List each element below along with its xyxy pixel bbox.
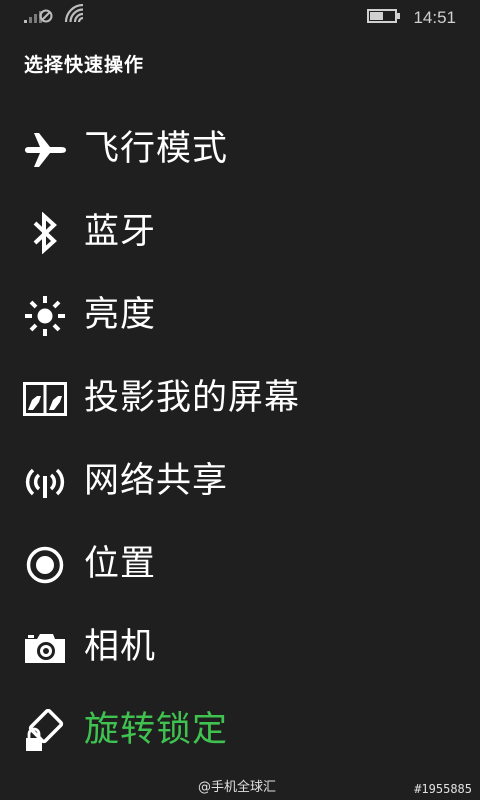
quick-action-list: 飞行模式 蓝牙 亮度 投影我的屏幕 网络共享 位置 相机 旋转锁定 — [0, 108, 480, 772]
action-label: 蓝牙 — [84, 212, 157, 252]
airplane-icon — [22, 127, 68, 173]
action-camera[interactable]: 相机 — [0, 606, 480, 689]
action-internet-sharing[interactable]: 网络共享 — [0, 440, 480, 523]
action-airplane-mode[interactable]: 飞行模式 — [0, 108, 480, 191]
bluetooth-icon — [22, 210, 68, 256]
action-label: 相机 — [84, 627, 157, 667]
action-label: 网络共享 — [84, 461, 229, 501]
action-location[interactable]: 位置 — [0, 523, 480, 606]
status-time: 14:51 — [413, 8, 456, 27]
action-rotation-lock[interactable]: 旋转锁定 — [0, 689, 480, 772]
battery-icon — [367, 8, 401, 28]
action-project-my-screen[interactable]: 投影我的屏幕 — [0, 357, 480, 440]
no-sim-signal-icon — [24, 5, 54, 27]
page-title: 选择快速操作 — [24, 54, 145, 76]
location-icon — [22, 542, 68, 588]
status-right: 14:51 — [367, 6, 456, 30]
camera-icon — [22, 625, 68, 671]
action-label: 旋转锁定 — [84, 710, 229, 750]
watermark-text: @手机全球汇 — [198, 780, 277, 795]
project-screen-icon — [22, 376, 68, 422]
rotation-lock-icon — [22, 708, 68, 754]
status-bar: 14:51 — [0, 0, 480, 36]
hotspot-icon — [22, 459, 68, 505]
action-label: 投影我的屏幕 — [84, 378, 301, 418]
brightness-icon — [22, 293, 68, 339]
action-brightness[interactable]: 亮度 — [0, 274, 480, 357]
action-label: 亮度 — [84, 295, 157, 335]
action-label: 位置 — [84, 544, 157, 584]
image-tag: #1955885 — [414, 782, 472, 796]
wifi-icon — [64, 3, 86, 27]
status-left — [24, 3, 86, 27]
action-bluetooth[interactable]: 蓝牙 — [0, 191, 480, 274]
action-label: 飞行模式 — [84, 129, 229, 169]
